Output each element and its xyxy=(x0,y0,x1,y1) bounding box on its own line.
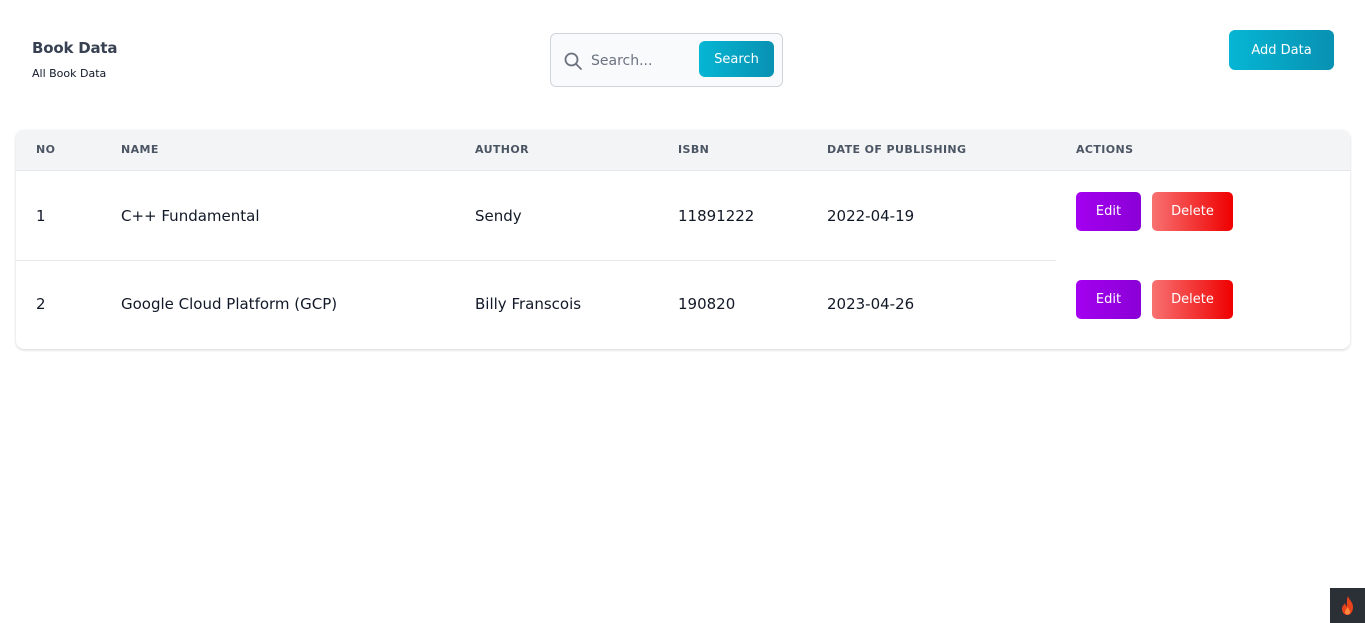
column-header-author: AUTHOR xyxy=(475,143,530,156)
column-header-isbn: ISBN xyxy=(678,143,710,156)
search-button[interactable]: Search xyxy=(699,41,774,77)
cell-isbn: 190820 xyxy=(678,295,736,313)
page-subtitle: All Book Data xyxy=(32,67,107,80)
edit-button[interactable]: Edit xyxy=(1076,192,1141,231)
column-header-name: NAME xyxy=(121,143,159,156)
flame-icon xyxy=(1342,596,1353,615)
column-header-no: NO xyxy=(36,143,56,156)
edit-button[interactable]: Edit xyxy=(1076,280,1141,319)
cell-author: Billy Franscois xyxy=(475,295,582,313)
search-input[interactable] xyxy=(591,48,695,74)
delete-button[interactable]: Delete xyxy=(1152,192,1233,231)
cell-no: 2 xyxy=(36,295,46,313)
book-table: NO NAME AUTHOR ISBN DATE OF PUBLISHING A… xyxy=(16,130,1350,349)
cell-name: Google Cloud Platform (GCP) xyxy=(121,295,338,313)
delete-button[interactable]: Delete xyxy=(1152,280,1233,319)
cell-isbn: 11891222 xyxy=(678,207,755,225)
cell-no: 1 xyxy=(36,207,46,225)
cell-author: Sendy xyxy=(475,207,522,225)
cell-date: 2023-04-26 xyxy=(827,295,915,313)
table-header: NO NAME AUTHOR ISBN DATE OF PUBLISHING A… xyxy=(16,130,1350,171)
column-header-actions: ACTIONS xyxy=(1076,143,1134,156)
table-row: 2 Google Cloud Platform (GCP) Billy Fran… xyxy=(16,260,1350,348)
column-header-date: DATE OF PUBLISHING xyxy=(827,143,967,156)
search-icon xyxy=(564,52,582,70)
table-row: 1 C++ Fundamental Sendy 11891222 2022-04… xyxy=(16,172,1350,260)
search-box: Search xyxy=(550,33,783,87)
page-title: Book Data xyxy=(32,39,118,57)
add-data-button[interactable]: Add Data xyxy=(1229,30,1334,70)
cell-date: 2022-04-19 xyxy=(827,207,915,225)
debug-toolbar-toggle[interactable] xyxy=(1330,588,1365,623)
cell-name: C++ Fundamental xyxy=(121,207,260,225)
